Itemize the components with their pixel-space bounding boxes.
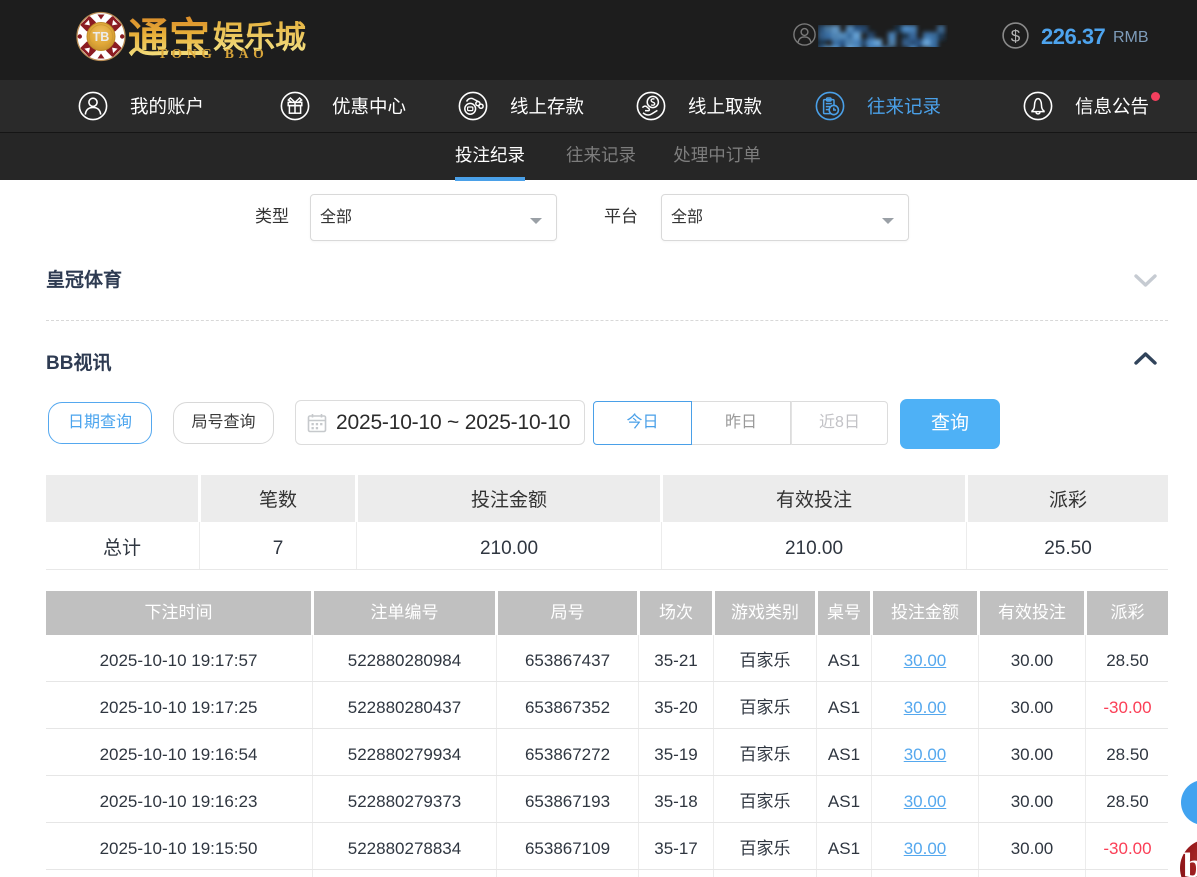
- svg-text:$: $: [1011, 27, 1021, 46]
- svg-text:TB: TB: [93, 30, 110, 44]
- svg-text:TONG BAO: TONG BAO: [158, 46, 269, 61]
